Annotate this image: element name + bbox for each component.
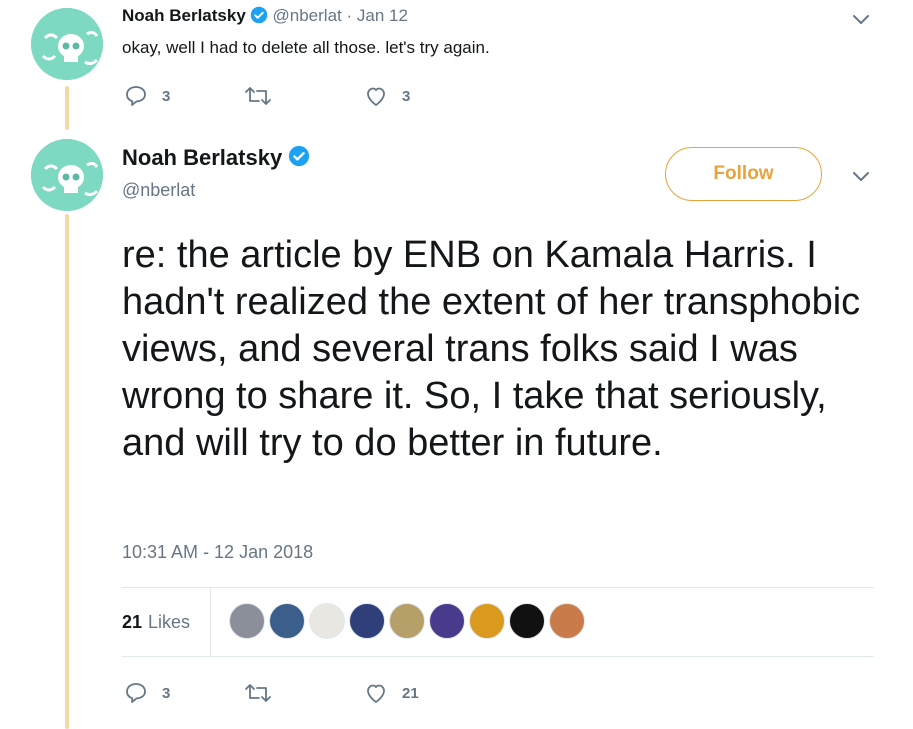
retweet-button[interactable] (244, 681, 364, 705)
chevron-down-icon[interactable] (850, 165, 872, 187)
verified-badge-icon (288, 145, 310, 173)
author-name-text: Noah Berlatsky (122, 145, 283, 170)
reply-button[interactable]: 3 (124, 681, 244, 705)
liker-avatar[interactable] (269, 603, 305, 639)
likers-list (229, 603, 589, 639)
liker-avatar[interactable] (509, 603, 545, 639)
tweet-header: Noah Berlatsky @nberlat · Jan 12 (122, 6, 408, 29)
thread-line-2 (65, 214, 69, 729)
liker-avatar[interactable] (429, 603, 465, 639)
reply-count: 3 (162, 87, 171, 105)
reply-count: 3 (162, 684, 171, 702)
likes-label: Likes (148, 611, 191, 632)
like-count: 3 (402, 87, 411, 105)
tweet-actions: 3 21 (124, 681, 484, 705)
divider (122, 587, 874, 588)
verified-badge-icon (250, 6, 268, 29)
reply-button[interactable]: 3 (124, 84, 244, 108)
follow-button[interactable]: Follow (665, 147, 822, 201)
retweet-icon (244, 681, 272, 705)
like-count: 21 (402, 684, 419, 702)
likes-summary[interactable]: 21 Likes (122, 588, 211, 656)
reply-icon (124, 681, 148, 705)
divider (122, 656, 874, 657)
like-button[interactable]: 3 (364, 84, 484, 108)
like-button[interactable]: 21 (364, 681, 484, 705)
chevron-down-icon[interactable] (850, 8, 872, 30)
separator: · (346, 6, 353, 25)
avatar[interactable] (31, 8, 103, 80)
skull-avatar-icon (31, 8, 103, 80)
liker-avatar[interactable] (389, 603, 425, 639)
retweet-icon (244, 84, 272, 108)
skull-avatar-icon (31, 139, 103, 211)
tweet-actions: 3 3 (124, 84, 484, 108)
reply-icon (124, 84, 148, 108)
author-handle[interactable]: @nberlat (273, 6, 342, 25)
liker-avatar[interactable] (549, 603, 585, 639)
avatar[interactable] (31, 139, 103, 211)
liker-avatar[interactable] (469, 603, 505, 639)
retweet-button[interactable] (244, 84, 364, 108)
heart-icon (364, 681, 388, 705)
liker-avatar[interactable] (229, 603, 265, 639)
tweet-date[interactable]: Jan 12 (357, 6, 408, 25)
author-handle[interactable]: @nberlat (122, 180, 195, 201)
thread-line-1 (65, 86, 69, 130)
tweet-text: re: the article by ENB on Kamala Harris.… (122, 234, 861, 464)
likes-count: 21 (122, 611, 143, 632)
heart-icon (364, 84, 388, 108)
tweet-timestamp[interactable]: 10:31 AM - 12 Jan 2018 (122, 542, 313, 563)
author-name[interactable]: Noah Berlatsky (122, 145, 310, 173)
liker-avatar[interactable] (349, 603, 385, 639)
liker-avatar[interactable] (309, 603, 345, 639)
tweet-text: okay, well I had to delete all those. le… (122, 38, 490, 57)
author-name[interactable]: Noah Berlatsky (122, 6, 246, 25)
